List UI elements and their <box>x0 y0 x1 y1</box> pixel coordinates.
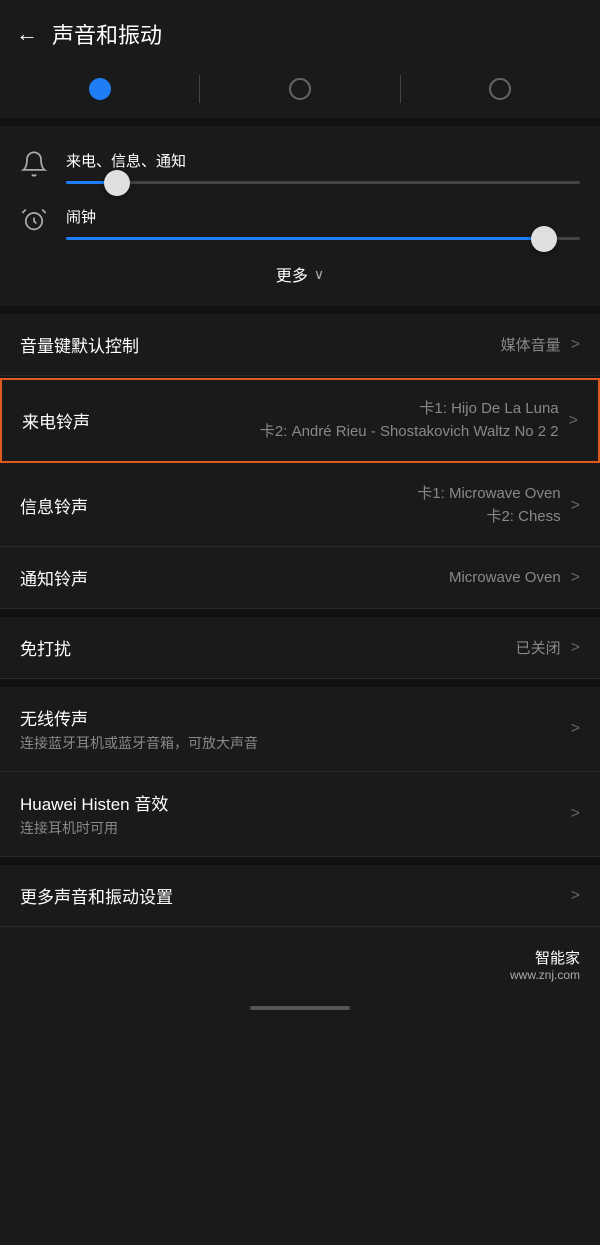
notification-tone-chevron-icon: > <box>571 569 580 587</box>
histen-sublabel: 连接耳机时可用 <box>20 818 168 838</box>
incoming-volume-row: 来电、信息、通知 <box>20 136 580 192</box>
wireless-label: 无线传声 <box>20 705 258 730</box>
tab-3[interactable] <box>401 74 600 104</box>
more-chevron-icon: ∨ <box>314 266 324 283</box>
ringtone-card1: 卡1: Hijo De La Luna <box>260 398 559 421</box>
tab-2-dot <box>289 78 311 100</box>
ringtone-row[interactable]: 来电铃声 卡1: Hijo De La Luna 卡2: André Rieu … <box>0 378 600 463</box>
tab-1-dot <box>89 78 111 100</box>
histen-row[interactable]: Huawei Histen 音效 连接耳机时可用 > <box>0 772 600 857</box>
settings-section: 音量键默认控制 媒体音量 > 来电铃声 卡1: Hijo De La Luna … <box>0 314 600 609</box>
bottom-bar <box>0 992 600 1020</box>
dnd-section: 免打扰 已关闭 > <box>0 617 600 679</box>
notification-tone-row[interactable]: 通知铃声 Microwave Oven > <box>0 547 600 609</box>
section-divider-top <box>0 118 600 126</box>
bell-icon <box>20 150 56 184</box>
volume-key-control-right: 媒体音量 > <box>139 334 580 355</box>
message-tone-right: 卡1: Microwave Oven 卡2: Chess > <box>88 483 580 528</box>
alarm-volume-row: 闹钟 <box>20 192 580 248</box>
section-divider-4 <box>0 857 600 865</box>
wireless-chevron-icon: > <box>571 720 580 738</box>
histen-right: > <box>168 805 580 823</box>
notification-tone-value: Microwave Oven <box>449 569 561 586</box>
watermark-sub: www.znj.com <box>510 968 580 982</box>
volume-key-control-chevron-icon: > <box>571 336 580 354</box>
incoming-volume-label: 来电、信息、通知 <box>66 150 580 171</box>
incoming-volume-control: 来电、信息、通知 <box>56 150 580 184</box>
alarm-icon <box>20 206 56 240</box>
wireless-row[interactable]: 无线传声 连接蓝牙耳机或蓝牙音箱，可放大声音 > <box>0 687 600 772</box>
wireless-label-wrap: 无线传声 连接蓝牙耳机或蓝牙音箱，可放大声音 <box>20 705 258 753</box>
dnd-chevron-icon: > <box>571 639 580 657</box>
volume-key-control-label: 音量键默认控制 <box>20 332 139 357</box>
page-title: 声音和振动 <box>52 18 162 50</box>
more-sound-section: 更多声音和振动设置 > <box>0 865 600 927</box>
more-sound-row[interactable]: 更多声音和振动设置 > <box>0 865 600 927</box>
ringtone-card2: 卡2: André Rieu - Shostakovich Waltz No 2… <box>260 421 559 444</box>
more-sound-label: 更多声音和振动设置 <box>20 883 173 908</box>
notification-tone-right: Microwave Oven > <box>88 569 580 587</box>
header: ← 声音和振动 <box>0 0 600 64</box>
ringtone-right: 卡1: Hijo De La Luna 卡2: André Rieu - Sho… <box>90 398 578 443</box>
audio-section: 无线传声 连接蓝牙耳机或蓝牙音箱，可放大声音 > Huawei Histen 音… <box>0 687 600 857</box>
tab-1[interactable] <box>0 74 199 104</box>
watermark-main: 智能家 <box>535 947 580 968</box>
wireless-right: > <box>258 720 580 738</box>
histen-label: Huawei Histen 音效 <box>20 790 168 815</box>
more-sound-right: > <box>173 887 580 905</box>
tab-2[interactable] <box>200 74 399 104</box>
message-tone-value: 卡1: Microwave Oven 卡2: Chess <box>417 483 560 528</box>
message-tone-row[interactable]: 信息铃声 卡1: Microwave Oven 卡2: Chess > <box>0 465 600 547</box>
incoming-slider-thumb[interactable] <box>104 170 130 196</box>
histen-chevron-icon: > <box>571 805 580 823</box>
message-tone-chevron-icon: > <box>571 497 580 515</box>
dnd-row[interactable]: 免打扰 已关闭 > <box>0 617 600 679</box>
volume-key-control-value: 媒体音量 <box>501 334 561 355</box>
bottom-indicator <box>250 1006 350 1010</box>
volume-section: 来电、信息、通知 闹钟 更多 ∨ <box>0 126 600 306</box>
section-divider-3 <box>0 679 600 687</box>
more-label: 更多 <box>276 262 308 286</box>
back-button[interactable]: ← <box>16 21 38 47</box>
incoming-slider-track[interactable] <box>66 181 580 184</box>
tab-3-dot <box>489 78 511 100</box>
ringtone-label: 来电铃声 <box>22 408 90 433</box>
alarm-volume-label: 闹钟 <box>66 206 580 227</box>
notification-tone-label: 通知铃声 <box>20 565 88 590</box>
ringtone-value: 卡1: Hijo De La Luna 卡2: André Rieu - Sho… <box>260 398 559 443</box>
dnd-label: 免打扰 <box>20 635 71 660</box>
message-tone-label: 信息铃声 <box>20 493 88 518</box>
alarm-volume-control: 闹钟 <box>56 206 580 240</box>
histen-label-wrap: Huawei Histen 音效 连接耳机时可用 <box>20 790 168 838</box>
section-divider-2 <box>0 609 600 617</box>
wireless-sublabel: 连接蓝牙耳机或蓝牙音箱，可放大声音 <box>20 733 258 753</box>
dnd-value: 已关闭 <box>516 637 561 658</box>
message-tone-card2: 卡2: Chess <box>417 506 560 529</box>
alarm-slider-fill <box>66 237 544 240</box>
alarm-slider-thumb[interactable] <box>531 226 557 252</box>
more-row[interactable]: 更多 ∨ <box>20 248 580 296</box>
tab-row <box>0 64 600 118</box>
section-divider-mid <box>0 306 600 314</box>
dnd-right: 已关闭 > <box>71 637 580 658</box>
alarm-slider-track[interactable] <box>66 237 580 240</box>
ringtone-chevron-icon: > <box>569 412 578 430</box>
volume-key-control-row[interactable]: 音量键默认控制 媒体音量 > <box>0 314 600 376</box>
more-sound-chevron-icon: > <box>571 887 580 905</box>
message-tone-card1: 卡1: Microwave Oven <box>417 483 560 506</box>
watermark: 智能家 www.znj.com <box>0 927 600 992</box>
